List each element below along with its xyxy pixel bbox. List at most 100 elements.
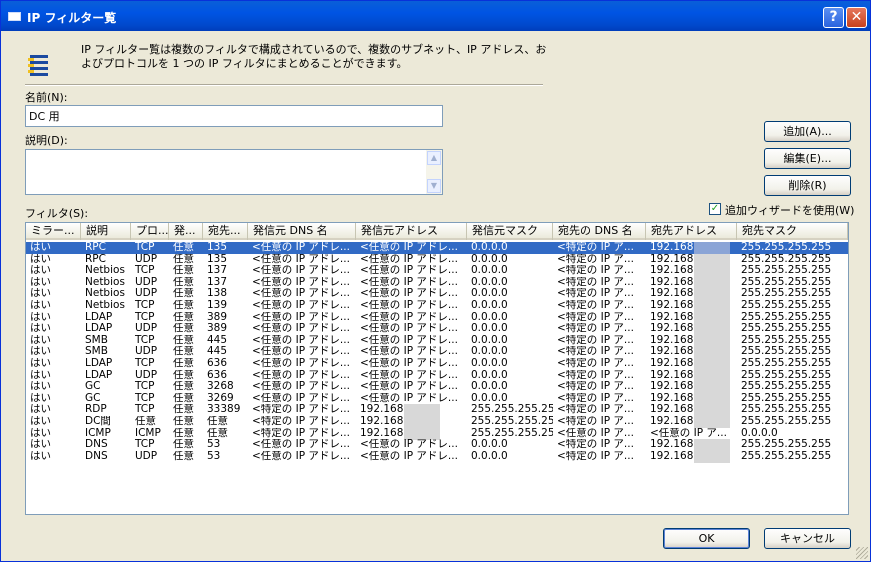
intro-description: IP フィルター覧は複数のフィルタで構成されているので、複数のサブネット、IP … bbox=[81, 43, 547, 70]
name-input[interactable]: DC 用 bbox=[25, 105, 443, 127]
col-protocol-header[interactable]: プロ... bbox=[131, 223, 169, 240]
redacted-octets bbox=[694, 439, 730, 452]
col-dest-address-header[interactable]: 宛先アドレス bbox=[646, 223, 737, 240]
filter-row[interactable]: はい Netbios TCP 任意 139 <任意の IP アドレ... <任意の IP ア… bbox=[26, 300, 848, 312]
redacted-octets bbox=[694, 358, 730, 370]
source-address-cell: <任意の IP アドレ... bbox=[360, 265, 458, 277]
col-description-header[interactable]: 説明 bbox=[81, 223, 131, 240]
dest-dns-cell: <特定の IP ア... bbox=[557, 392, 634, 404]
redacted-octets bbox=[694, 392, 730, 405]
source-port-cell: 任意 bbox=[173, 346, 194, 358]
source-mask-cell: 0.0.0.0 bbox=[471, 392, 508, 404]
protocol-cell: TCP bbox=[135, 358, 155, 369]
filter-row[interactable]: はい RPC UDP 任意 135 <任意の IP アドレ... <任意の IP アドレ..… bbox=[26, 253, 848, 266]
col-source-port-header[interactable]: 発... bbox=[169, 223, 203, 240]
dest-port-cell: 53 bbox=[207, 439, 221, 451]
wizard-checkbox[interactable]: ✓ bbox=[709, 203, 721, 215]
dest-port-cell: 任意 bbox=[207, 427, 228, 439]
description-cell: LDAP bbox=[85, 311, 113, 323]
scroll-down-icon[interactable]: ▼ bbox=[427, 179, 441, 193]
dest-port-cell: 138 bbox=[207, 288, 228, 300]
source-dns-cell: <任意の IP アドレ... bbox=[252, 242, 350, 253]
name-label: 名前(N): bbox=[25, 91, 68, 104]
filter-row[interactable]: はい DC間 任意 任意 任意 <特定の IP アドレ... 192.168. 255.255… bbox=[26, 416, 848, 428]
filter-row[interactable]: はい GC TCP 任意 3268 <任意の IP アドレ... <任意の IP アドレ..… bbox=[26, 381, 848, 394]
title-bar[interactable]: IP フィルター覧 ? ✕ bbox=[1, 1, 870, 31]
description-scrollbar[interactable]: ▲ ▼ bbox=[426, 150, 442, 194]
dest-port-cell: 445 bbox=[207, 346, 228, 358]
filter-row[interactable]: はい LDAP TCP 任意 389 <任意の IP アドレ... <任意の IP アドレ.… bbox=[26, 311, 848, 324]
dest-port-cell: 任意 bbox=[207, 416, 228, 427]
filter-row[interactable]: はい LDAP UDP 任意 389 <任意の IP アドレ... <任意の IP アドレ.… bbox=[26, 323, 848, 336]
help-button[interactable]: ? bbox=[823, 7, 844, 28]
resize-grip-icon[interactable] bbox=[856, 547, 868, 559]
description-cell: GC bbox=[85, 381, 101, 393]
filter-list[interactable]: ミラー... 説明 プロ... 発... 宛先... 発信元 DNS 名発信元アドレス 発信… bbox=[25, 222, 849, 515]
col-source-address-header[interactable]: 発信元アドレス bbox=[356, 223, 467, 240]
source-mask-cell: 255.255.255.255 bbox=[471, 427, 553, 439]
edit-button[interactable]: 編集(E)... bbox=[764, 148, 851, 169]
source-port-cell: 任意 bbox=[173, 358, 194, 369]
source-mask-cell: 0.0.0.0 bbox=[471, 358, 508, 369]
mirror-cell: はい bbox=[30, 323, 51, 335]
description-input[interactable]: ▲ ▼ bbox=[25, 149, 443, 195]
dest-dns-cell: <特定の IP ア... bbox=[557, 242, 634, 253]
redacted-octets bbox=[694, 416, 730, 428]
dest-mask-cell: 255.255.255.255 bbox=[741, 334, 832, 346]
filter-row[interactable]: はい DNS TCP 任意 53 <任意の IP アドレ... <任意の IP アドレ...… bbox=[26, 439, 848, 452]
filter-row[interactable]: はい Netbios UDP 任意 137 <任意の IP アドレ... <任意の IP ア… bbox=[26, 276, 848, 289]
filter-row[interactable]: はい SMB TCP 任意 445 <任意の IP アドレ... <任意の IP アドレ..… bbox=[26, 334, 848, 347]
wizard-checkbox-label[interactable]: 追加ウィザードを使用(W) bbox=[725, 202, 854, 218]
filter-row[interactable]: はい SMB UDP 任意 445 <任意の IP アドレ... <任意の IP アドレ..… bbox=[26, 346, 848, 359]
source-port-cell: 任意 bbox=[173, 300, 194, 311]
dest-mask-cell: 255.255.255.255 bbox=[741, 358, 832, 369]
mirror-cell: はい bbox=[30, 300, 51, 311]
redacted-octets bbox=[694, 346, 730, 359]
add-button[interactable]: 追加(A)... bbox=[764, 121, 851, 142]
description-cell: Netbios bbox=[85, 300, 125, 311]
filter-row[interactable]: はい DNS UDP 任意 53 <任意の IP アドレ... <任意の IP アドレ...… bbox=[26, 450, 848, 463]
dest-dns-cell: <特定の IP ア... bbox=[557, 358, 634, 369]
dest-mask-cell: 255.255.255.255 bbox=[741, 265, 832, 277]
filter-row[interactable]: はい Netbios UDP 任意 138 <任意の IP アドレ... <任意の IP ア… bbox=[26, 288, 848, 301]
filter-row[interactable]: はい GC TCP 任意 3269 <任意の IP アドレ... <任意の IP アドレ..… bbox=[26, 392, 848, 405]
col-source-mask-header[interactable]: 発信元マスク bbox=[467, 223, 553, 240]
source-port-cell: 任意 bbox=[173, 253, 194, 265]
filter-row[interactable]: はい LDAP UDP 任意 636 <任意の IP アドレ... <任意の IP アドレ.… bbox=[26, 369, 848, 382]
source-port-cell: 任意 bbox=[173, 404, 194, 416]
mirror-cell: はい bbox=[30, 265, 51, 277]
dest-port-cell: 389 bbox=[207, 323, 228, 335]
close-button[interactable]: ✕ bbox=[846, 7, 867, 28]
filter-row[interactable]: はい Netbios TCP 任意 137 <任意の IP アドレ... <任意の IP ア… bbox=[26, 265, 848, 278]
source-mask-cell: 0.0.0.0 bbox=[471, 253, 508, 265]
dest-dns-cell: <特定の IP ア... bbox=[557, 404, 634, 416]
remove-button[interactable]: 削除(R) bbox=[764, 175, 851, 196]
protocol-cell: TCP bbox=[135, 404, 155, 416]
filter-row[interactable]: はい RDP TCP 任意 33389 <特定の IP アドレ... 192.168. 255… bbox=[26, 404, 848, 417]
source-port-cell: 任意 bbox=[173, 427, 194, 439]
col-dest-mask-header[interactable]: 宛先マスク bbox=[737, 223, 848, 240]
filter-row[interactable]: はい ICMP ICMP 任意 任意 <特定の IP アドレ... 192.168. 255.… bbox=[26, 427, 848, 440]
col-source-dns-header[interactable]: 発信元 DNS 名 bbox=[248, 223, 356, 240]
mirror-cell: はい bbox=[30, 346, 51, 358]
protocol-cell: TCP bbox=[135, 311, 155, 323]
dest-port-cell: 3268 bbox=[207, 381, 234, 393]
cancel-button[interactable]: キャンセル bbox=[764, 528, 851, 549]
col-dest-port-header[interactable]: 宛先... bbox=[203, 223, 248, 240]
source-address-cell: <任意の IP アドレ... bbox=[360, 369, 458, 381]
dest-mask-cell: 255.255.255.255 bbox=[741, 242, 832, 253]
scroll-up-icon[interactable]: ▲ bbox=[427, 151, 441, 165]
filter-row[interactable]: はい RPC TCP 任意 135 <任意の IP アドレ... <任意の IP アドレ..… bbox=[26, 242, 848, 254]
dest-port-cell: 53 bbox=[207, 450, 221, 462]
source-mask-cell: 0.0.0.0 bbox=[471, 450, 508, 462]
protocol-cell: UDP bbox=[135, 288, 158, 300]
protocol-cell: TCP bbox=[135, 392, 155, 404]
filter-row[interactable]: はい LDAP TCP 任意 636 <任意の IP アドレ... <任意の IP アドレ.… bbox=[26, 358, 848, 370]
protocol-cell: UDP bbox=[135, 276, 158, 288]
col-dest-dns-header[interactable]: 宛先の DNS 名 bbox=[553, 223, 646, 240]
dest-port-cell: 445 bbox=[207, 334, 228, 346]
source-dns-cell: <特定の IP アドレ... bbox=[252, 427, 350, 439]
source-dns-cell: <任意の IP アドレ... bbox=[252, 288, 350, 300]
col-mirror-header[interactable]: ミラー... bbox=[26, 223, 81, 240]
ok-button[interactable]: OK bbox=[663, 528, 750, 549]
